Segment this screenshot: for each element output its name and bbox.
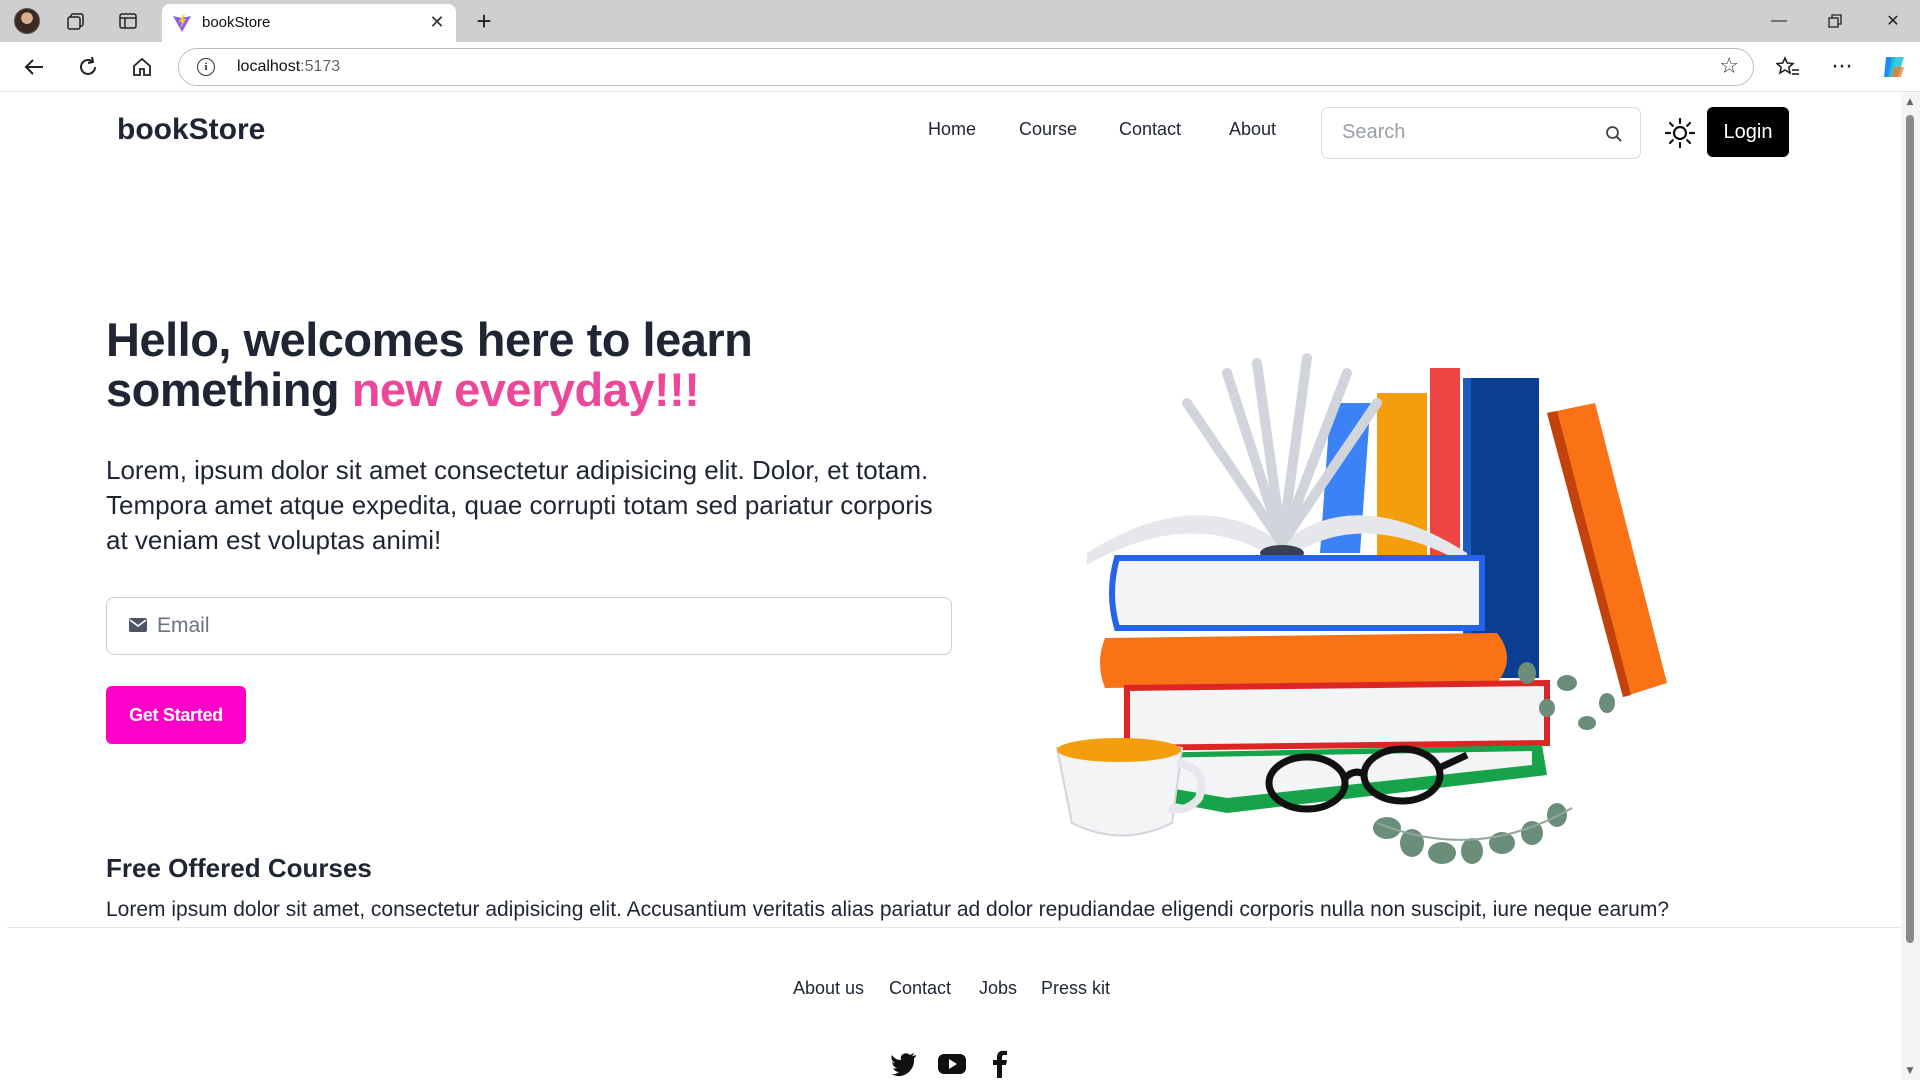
close-icon[interactable]: ✕ [426,11,448,33]
footer-link-about-us[interactable]: About us [793,978,864,999]
hero-description: Lorem, ipsum dolor sit amet consectetur … [106,455,933,555]
nav-link-contact[interactable]: Contact [1119,119,1181,140]
site-info-icon[interactable]: i [197,58,215,76]
footer-link-contact[interactable]: Contact [889,978,951,999]
courses-description: Lorem ipsum dolor sit amet, consectetur … [106,898,1670,921]
nav-link-about[interactable]: About [1229,119,1276,140]
search-icon[interactable] [1604,124,1624,144]
login-button[interactable]: Login [1707,107,1789,157]
page-scrollbar[interactable]: ▲ ▼ [1901,93,1920,1080]
facebook-icon[interactable] [985,1048,1015,1078]
get-started-button[interactable]: Get Started [106,686,246,744]
more-icon[interactable]: ··· [1826,51,1858,83]
active-tab[interactable]: bookStore ✕ [162,4,456,42]
hero-title-line2: something [106,363,352,416]
address-port: :5173 [300,58,341,75]
youtube-icon[interactable] [937,1048,967,1078]
books-illustration [1055,353,1667,864]
browser-toolbar: i localhost:5173 ☆ ··· [0,42,1920,92]
brand-logo[interactable]: bookStore [117,113,265,147]
collections-icon[interactable] [64,9,88,33]
email-placeholder: Email [157,614,210,637]
hero-title-accent: new everyday!!! [351,363,700,416]
address-host: localhost [237,58,301,75]
home-icon[interactable] [126,51,158,83]
restore-icon[interactable] [1818,8,1852,34]
favorite-star-icon[interactable]: ☆ [1719,54,1739,79]
scrollbar-thumb[interactable] [1906,115,1914,943]
hero-title-line1: Hello, welcomes here to learn [106,313,753,366]
back-icon[interactable] [18,51,50,83]
sun-icon[interactable] [1664,117,1696,149]
browser-tab-bar: bookStore ✕ + — ✕ [0,0,1920,42]
hero-title: Hello, welcomes here to learn something … [106,313,753,416]
footer-divider [7,927,1901,928]
courses-title: Free Offered Courses [106,853,372,883]
search-input[interactable]: Search [1321,107,1641,159]
favorites-icon[interactable] [1772,51,1804,83]
footer-link-press-kit[interactable]: Press kit [1041,978,1110,999]
twitter-icon[interactable] [889,1048,919,1078]
scroll-up-icon[interactable]: ▲ [1905,97,1915,107]
address-url: localhost:5173 [237,58,340,76]
profile-avatar[interactable] [14,8,40,34]
scroll-down-icon[interactable]: ▼ [1905,1066,1915,1076]
page: bookStore Home Course Contact About Sear… [7,93,1901,1080]
footer-link-jobs[interactable]: Jobs [979,978,1017,999]
window-close-icon[interactable]: ✕ [1876,8,1910,34]
email-field[interactable]: Email [106,597,952,655]
search-placeholder: Search [1342,121,1406,143]
new-tab-icon[interactable]: + [470,6,498,36]
nav-link-course[interactable]: Course [1019,119,1077,140]
nav-link-home[interactable]: Home [928,119,976,140]
tab-title: bookStore [202,14,271,31]
envelope-icon [129,618,147,632]
refresh-icon[interactable] [72,51,104,83]
minimize-icon[interactable]: — [1762,8,1796,34]
tab-actions-icon[interactable] [116,9,140,33]
vite-favicon [173,15,191,32]
address-bar[interactable]: i localhost:5173 ☆ [178,48,1754,86]
copilot-icon[interactable] [1878,51,1910,83]
